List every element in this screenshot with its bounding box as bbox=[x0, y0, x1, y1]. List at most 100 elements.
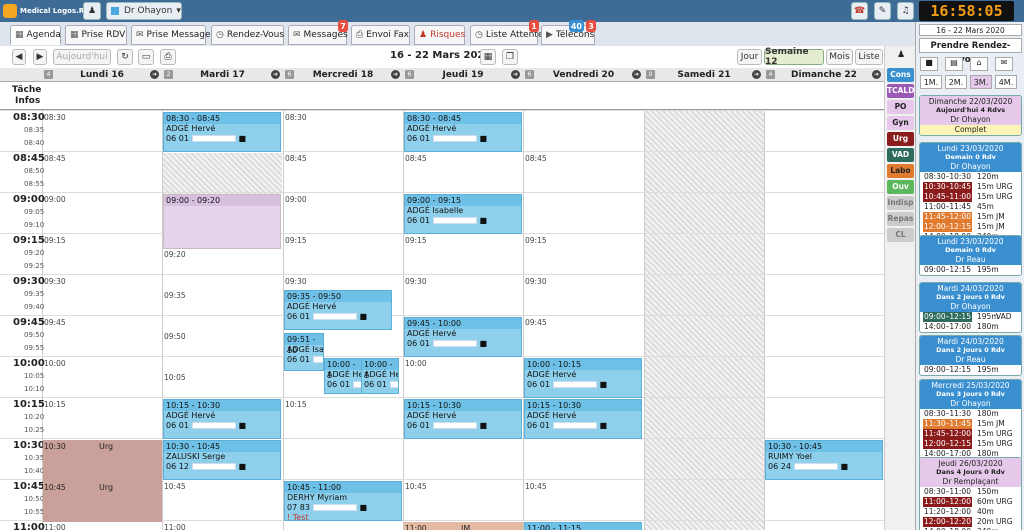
day-arrow-icon[interactable]: ➜ bbox=[150, 70, 159, 79]
day-header[interactable]: Mardi 17 bbox=[162, 68, 283, 82]
type-chip-labo[interactable]: Labo bbox=[887, 164, 914, 178]
view-month[interactable]: Mois bbox=[826, 49, 853, 65]
month-button[interactable]: 4M. bbox=[995, 75, 1017, 89]
print-icon[interactable]: ⎙ bbox=[160, 49, 176, 65]
appointment[interactable]: 10:30 - 10:45 RUIMY Yoel 06 24 ■ bbox=[765, 440, 883, 480]
appointment[interactable]: 08:30 - 08:45 ADGÉ Hervé 06 01 ■ bbox=[163, 112, 281, 152]
phone-icon[interactable]: ☎ bbox=[851, 2, 868, 20]
appointment[interactable]: 09:35 - 09:50 ADGÉ Hervé 06 01 ■ bbox=[284, 289, 392, 330]
tab-tlecons[interactable]: ▶ Télecons 40 3 bbox=[541, 20, 596, 45]
appointment[interactable]: 11:00 - 11:15 bbox=[524, 522, 642, 530]
view-day[interactable]: Jour bbox=[737, 49, 762, 65]
appointment[interactable]: 10:00 - 1ADGÉ He06 01 ■ bbox=[361, 358, 399, 394]
card-icon[interactable]: ▤ bbox=[945, 57, 963, 71]
appointment[interactable]: 10:15 - 10:30 ADGÉ Hervé 06 01 ■ bbox=[163, 399, 281, 439]
appointment[interactable]: 09:45 - 10:00 ADGÉ Hervé 06 01 ■ bbox=[404, 317, 522, 357]
appointment[interactable]: 10:15 - 10:30 ADGÉ Hervé 06 01 ■ bbox=[524, 399, 642, 439]
availability-row[interactable]: 11:00–12:00 60m URG bbox=[920, 497, 1021, 507]
availability-card[interactable]: Jeudi 26/03/2020 Dans 4 Jours 0 Rdv Dr Rem… bbox=[919, 457, 1022, 530]
availability-row[interactable]: 08:30–10:30 120m bbox=[920, 172, 1021, 182]
day-arrow-icon[interactable]: ➜ bbox=[752, 70, 761, 79]
availability-row[interactable]: 14:00–17:00 180m bbox=[920, 322, 1021, 332]
type-chip-gyn[interactable]: Gyn bbox=[887, 116, 914, 130]
day-arrow-icon[interactable]: ➜ bbox=[271, 70, 280, 79]
monitor-icon[interactable]: ▭ bbox=[138, 49, 154, 65]
availability-row[interactable]: 11:45–12:00 15m URG bbox=[920, 429, 1021, 439]
type-chip-indisp[interactable]: Indisp bbox=[887, 196, 914, 210]
availability-card[interactable]: Lundi 23/03/2020 Demain 0 Rdv Dr Ohayon 08:… bbox=[919, 142, 1022, 243]
appointment[interactable]: 10:00 - 10:15 ADGÉ Hervé 06 01 ■ bbox=[524, 358, 642, 398]
doctor-select[interactable]: Dr Ohayon ▾ bbox=[106, 2, 182, 20]
type-chip-repas[interactable]: Repas bbox=[887, 212, 914, 226]
tab-envoifax[interactable]: ⎙ Envoi Fax bbox=[351, 25, 410, 45]
day-column[interactable] bbox=[644, 110, 764, 530]
lock-icon[interactable]: ■ bbox=[920, 57, 938, 71]
day-arrow-icon[interactable]: ➜ bbox=[511, 70, 520, 79]
appointment[interactable]: 10:30 - 10:45 ZALUSKI Serge 06 12 ■ bbox=[163, 440, 281, 480]
appointment[interactable]: 10:15 - 10:30 ADGÉ Hervé 06 01 ■ bbox=[404, 399, 522, 439]
urgency-block[interactable] bbox=[43, 440, 162, 522]
duplicate-icon[interactable]: ❐ bbox=[502, 49, 518, 65]
day-header[interactable]: Samedi 21 bbox=[644, 68, 764, 82]
availability-row[interactable]: 12:00–12:15 15m URG bbox=[920, 439, 1021, 449]
availability-row[interactable]: 11:45–12:00 15m JM bbox=[920, 212, 1021, 222]
tab-prisemessage[interactable]: ✉ Prise Message bbox=[131, 25, 211, 45]
day-header[interactable]: Dimanche 22 bbox=[764, 68, 884, 82]
availability-card[interactable]: Mardi 24/03/2020 Dans 2 Jours 0 Rdv Dr Oha… bbox=[919, 282, 1022, 333]
availability-row[interactable]: 09:00–12:15 195m bbox=[920, 265, 1021, 275]
mail-icon[interactable]: ✉ bbox=[995, 57, 1013, 71]
availability-card[interactable]: Dimanche 22/03/2020 Aujourd'hui 4 Rdvs Dr … bbox=[919, 95, 1022, 136]
appointment[interactable]: 09:00 - 09:20 bbox=[163, 194, 281, 249]
panel-range[interactable]: 16 - 22 Mars 2020 bbox=[919, 24, 1022, 36]
doctor-icon[interactable]: ♟ bbox=[83, 2, 101, 20]
appointment[interactable]: 10:00 - 1ADGÉ Herv06 01 ■ bbox=[324, 358, 364, 394]
availability-card[interactable]: Lundi 23/03/2020 Demain 0 Rdv Dr Reau 09:00… bbox=[919, 235, 1022, 276]
month-button[interactable]: 3M. bbox=[970, 75, 992, 89]
availability-row[interactable]: 08:30–11:30 180m bbox=[920, 409, 1021, 419]
refresh-icon[interactable]: ↻ bbox=[117, 49, 133, 65]
availability-row[interactable]: 11:20–12:00 40m bbox=[920, 507, 1021, 517]
pen-icon[interactable]: ✎ bbox=[874, 2, 891, 20]
tab-messages[interactable]: ✉ Messages 7 bbox=[288, 20, 348, 45]
type-chip-cons[interactable]: Cons bbox=[887, 68, 914, 82]
person-icon[interactable]: ♟ bbox=[894, 50, 908, 62]
day-header[interactable]: Vendredi 20 bbox=[523, 68, 644, 82]
availability-row[interactable]: 09:00–12:15 195m bbox=[920, 365, 1021, 375]
availability-card[interactable]: Mardi 24/03/2020 Dans 2 Jours 0 Rdv Dr Rea… bbox=[919, 335, 1022, 376]
prev-icon[interactable]: ◀ bbox=[12, 49, 26, 65]
type-chip-vad[interactable]: VAD bbox=[887, 148, 914, 162]
availability-row[interactable]: 12:00–12:15 15m JM bbox=[920, 222, 1021, 232]
availability-row[interactable]: 12:00–12:20 20m URG bbox=[920, 517, 1021, 527]
availability-row[interactable]: 11:00–11:45 45m bbox=[920, 202, 1021, 212]
appointment[interactable]: 08:30 - 08:45 ADGÉ Hervé 06 01 ■ bbox=[404, 112, 522, 152]
day-arrow-icon[interactable]: ➜ bbox=[872, 70, 881, 79]
type-chip-cl[interactable]: CL bbox=[887, 228, 914, 242]
availability-row[interactable]: 08:30–11:00 150m bbox=[920, 487, 1021, 497]
day-arrow-icon[interactable]: ➜ bbox=[632, 70, 641, 79]
availability-row[interactable]: 10:30–10:45 15m URG bbox=[920, 182, 1021, 192]
type-chip-po[interactable]: PO bbox=[887, 100, 914, 114]
type-chip-ouv[interactable]: Ouv bbox=[887, 180, 914, 194]
calendar-pick-icon[interactable]: ▦ bbox=[480, 49, 496, 65]
day-header[interactable]: Mercredi 18 bbox=[283, 68, 403, 82]
tab-risques[interactable]: ♟ Risques bbox=[414, 25, 465, 45]
day-header[interactable]: Lundi 16 bbox=[42, 68, 162, 82]
type-chip-urg[interactable]: Urg bbox=[887, 132, 914, 146]
tab-priserdv[interactable]: ▦ Prise RDV bbox=[65, 25, 127, 45]
appointment[interactable]: 09:51 - 10ADGÉ Isab06 01 ■ bbox=[284, 333, 324, 372]
today-button[interactable]: Aujourd'hui bbox=[53, 49, 111, 65]
availability-row[interactable]: 11:30–11:45 15m JM bbox=[920, 419, 1021, 429]
view-week[interactable]: Semaine 12 bbox=[764, 47, 824, 67]
appointment[interactable]: 10:45 - 11:00 DERHY Myriam 07 83 ■! Test bbox=[284, 481, 402, 521]
availability-card[interactable]: Mercredi 25/03/2020 Dans 3 Jours 0 Rdv Dr … bbox=[919, 379, 1022, 460]
tab-rendezvous[interactable]: ◷ Rendez-Vous bbox=[211, 25, 284, 45]
view-list[interactable]: Liste bbox=[855, 49, 883, 65]
month-button[interactable]: 1M. bbox=[920, 75, 942, 89]
home-icon[interactable]: ⌂ bbox=[970, 57, 988, 71]
availability-row[interactable]: 09:00–12:15 195m VAD bbox=[920, 312, 1021, 322]
type-chip-tcald[interactable]: TCALD bbox=[887, 84, 914, 98]
tab-listeattente[interactable]: ◷ Liste Attente 1 bbox=[470, 20, 543, 45]
availability-row[interactable]: 10:45–11:00 15m URG bbox=[920, 192, 1021, 202]
next-icon[interactable]: ▶ bbox=[33, 49, 47, 65]
month-button[interactable]: 2M. bbox=[945, 75, 967, 89]
